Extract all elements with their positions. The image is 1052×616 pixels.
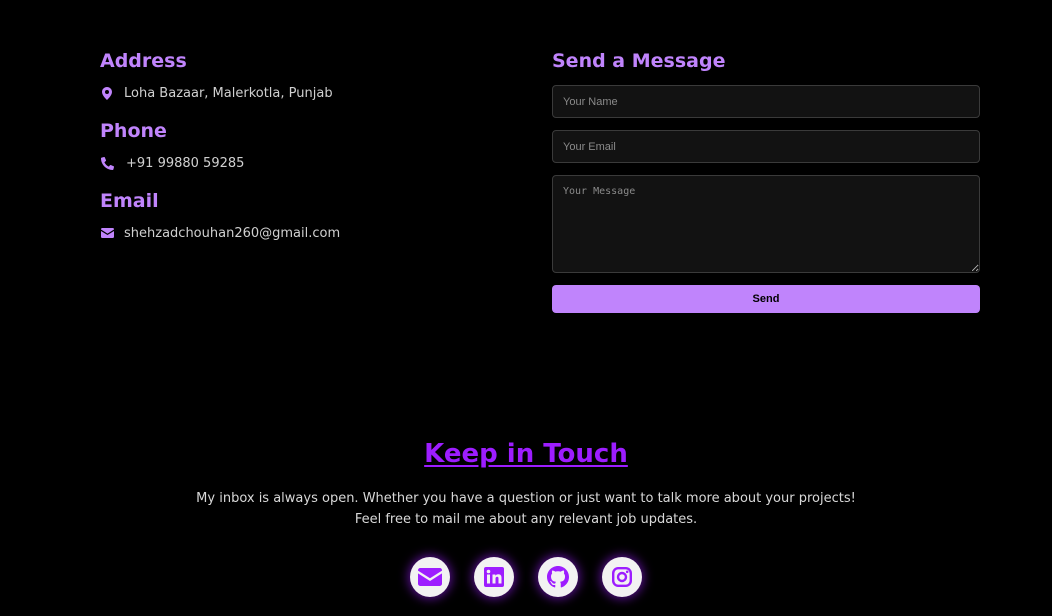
email-heading: Email <box>100 190 159 212</box>
phone-row: +91 99880 59285 <box>100 153 500 173</box>
email-input[interactable] <box>552 130 980 163</box>
phone-text: +91 99880 59285 <box>126 155 245 171</box>
map-pin-icon <box>100 86 114 100</box>
message-textarea[interactable] <box>552 175 980 273</box>
keep-in-touch-text: My inbox is always open. Whether you hav… <box>0 488 1052 530</box>
message-form: Send a Message Send <box>552 48 980 313</box>
contact-info: Address Loha Bazaar, Malerkotla, Punjab … <box>100 48 500 243</box>
instagram-icon <box>612 567 632 587</box>
address-text: Loha Bazaar, Malerkotla, Punjab <box>124 85 333 101</box>
keep-in-touch-section: Keep in Touch My inbox is always open. W… <box>0 436 1052 530</box>
email-text[interactable]: shehzadchouhan260@gmail.com <box>124 226 340 241</box>
keep-in-touch-link[interactable]: Keep in Touch <box>424 439 628 469</box>
send-button[interactable]: Send <box>552 285 980 313</box>
linkedin-icon <box>484 567 504 587</box>
social-linkedin-button[interactable] <box>474 557 514 597</box>
envelope-icon <box>100 226 114 240</box>
form-heading: Send a Message <box>552 50 726 72</box>
social-instagram-button[interactable] <box>602 557 642 597</box>
envelope-icon <box>418 568 442 586</box>
name-input[interactable] <box>552 85 980 118</box>
keep-in-touch-line1: My inbox is always open. Whether you hav… <box>196 491 856 506</box>
address-row: Loha Bazaar, Malerkotla, Punjab <box>100 83 500 103</box>
keep-in-touch-line2: Feel free to mail me about any relevant … <box>354 512 698 527</box>
social-email-button[interactable] <box>410 557 450 597</box>
keep-in-touch-heading: Keep in Touch <box>0 436 1052 472</box>
contact-page: Address Loha Bazaar, Malerkotla, Punjab … <box>0 0 1052 616</box>
phone-icon <box>100 156 114 170</box>
email-row: shehzadchouhan260@gmail.com <box>100 223 500 243</box>
github-icon <box>547 566 569 588</box>
address-heading: Address <box>100 50 187 72</box>
social-links <box>0 557 1052 597</box>
social-github-button[interactable] <box>538 557 578 597</box>
phone-heading: Phone <box>100 120 167 142</box>
